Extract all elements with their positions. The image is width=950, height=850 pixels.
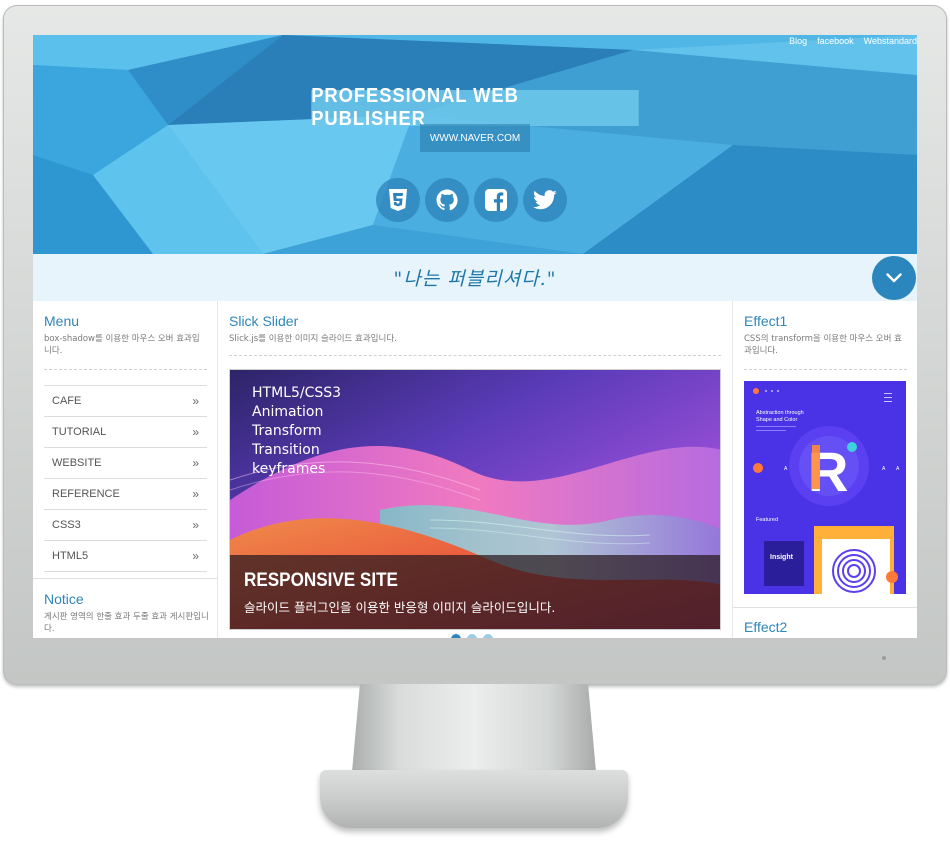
effect1-image: Abstraction through Shape and Color R A …: [744, 381, 906, 594]
menu-item-label: CAFE: [52, 395, 82, 407]
menu-item-css3[interactable]: CSS3 »: [44, 510, 207, 541]
double-chevron-right-icon: »: [192, 549, 199, 563]
slide-caption-description: 슬라이드 플러그인을 이용한 반응형 이미지 슬라이드입니다.: [244, 600, 556, 615]
image-slider[interactable]: HTML5/CSS3 Animation Transform Transitio…: [229, 369, 721, 630]
menu-item-label: TUTORIAL: [52, 426, 107, 438]
html5-icon: [389, 189, 407, 211]
divider: [33, 578, 217, 579]
double-chevron-right-icon: »: [192, 518, 199, 532]
slide-tag: HTML5/CSS3: [252, 385, 342, 401]
notice-title: Notice: [44, 591, 84, 607]
effect1-thumbnail[interactable]: Abstraction through Shape and Color R A …: [744, 381, 906, 594]
slide-tag: keyframes: [252, 461, 326, 477]
slide-tag-list: HTML5/CSS3 Animation Transform Transitio…: [252, 384, 341, 479]
next-arrow-icon[interactable]: ›: [714, 632, 719, 638]
twitter-icon: [533, 190, 557, 210]
chevron-down-icon: [886, 273, 902, 283]
double-chevron-right-icon: »: [192, 394, 199, 408]
power-led: [882, 656, 886, 660]
slider-dots: [451, 634, 493, 638]
center-column: Slick Slider Slick.js를 이용한 이미지 슬라이드 효과입니…: [218, 301, 732, 638]
site-header: Blog facebook Webstandard PROFESSIONAL W…: [33, 35, 917, 254]
top-link-blog[interactable]: Blog: [789, 36, 807, 46]
top-link-webstandard[interactable]: Webstandard: [864, 36, 917, 46]
double-chevron-right-icon: »: [192, 487, 199, 501]
menu-description: box-shadow를 이용한 마우스 오버 효과입니다.: [44, 333, 207, 370]
site-url-link[interactable]: WWW.NAVER.COM: [420, 124, 530, 152]
social-icons: [376, 178, 567, 222]
slide-caption: RESPONSIVE SITE 슬라이드 플러그인을 이용한 반응형 이미지 슬…: [230, 555, 720, 629]
menu-list: CAFE » TUTORIAL » WEBSITE » REFERENCE » …: [44, 385, 207, 572]
effect1-featured: Featured: [756, 517, 778, 523]
slider-title: Slick Slider: [229, 313, 299, 329]
quote-text: "나는 퍼블리셔다.": [393, 268, 557, 290]
menu-item-tutorial[interactable]: TUTORIAL »: [44, 417, 207, 448]
top-link-facebook[interactable]: facebook: [817, 36, 854, 46]
menu-item-html5[interactable]: HTML5 »: [44, 541, 207, 572]
svg-text:Shape and Color: Shape and Color: [756, 417, 797, 423]
facebook-button[interactable]: [474, 178, 518, 222]
monitor-stand-foot: [320, 770, 628, 828]
twitter-button[interactable]: [523, 178, 567, 222]
top-links: Blog facebook Webstandard: [789, 35, 917, 47]
facebook-icon: [485, 189, 507, 211]
right-column: Effect1 CSS의 transform을 이용한 마우스 오버 효과입니다…: [732, 301, 917, 638]
github-icon: [436, 189, 458, 211]
slide-caption-title: RESPONSIVE SITE: [244, 570, 398, 591]
quote-banner: "나는 퍼블리셔다.": [33, 254, 917, 301]
menu-item-reference[interactable]: REFERENCE »: [44, 479, 207, 510]
monitor-screen: Blog facebook Webstandard PROFESSIONAL W…: [33, 35, 917, 638]
double-chevron-right-icon: »: [192, 456, 199, 470]
slider-description: Slick.js를 이용한 이미지 슬라이드 효과입니다.: [229, 333, 721, 356]
divider: [733, 607, 917, 608]
effect1-heading: Abstraction through: [756, 410, 804, 416]
prev-arrow-icon[interactable]: ‹: [229, 632, 234, 638]
notice-description: 게시판 영역의 한줄 효과 두줄 효과 게시판입니다.: [44, 612, 209, 634]
menu-item-label: REFERENCE: [52, 488, 120, 500]
menu-item-label: CSS3: [52, 519, 81, 531]
effect2-section: Effect2: [744, 619, 907, 635]
github-button[interactable]: [425, 178, 469, 222]
menu-item-label: WEBSITE: [52, 457, 102, 469]
slide-tag: Transform: [252, 423, 322, 439]
slider-dot[interactable]: [467, 634, 477, 638]
effect2-title: Effect2: [744, 619, 788, 635]
menu-item-label: HTML5: [52, 550, 89, 562]
double-chevron-right-icon: »: [192, 425, 199, 439]
effect1-insight: Insight: [770, 554, 794, 561]
slider-section-header: Slick Slider Slick.js를 이용한 이미지 슬라이드 효과입니…: [229, 313, 721, 356]
effect1-section: Effect1 CSS의 transform을 이용한 마우스 오버 효과입니다…: [744, 313, 907, 370]
slider-dot[interactable]: [483, 634, 493, 638]
menu-item-cafe[interactable]: CAFE »: [44, 386, 207, 417]
left-column: Menu box-shadow를 이용한 마우스 오버 효과입니다. CAFE …: [33, 301, 218, 638]
scroll-down-button[interactable]: [872, 256, 916, 300]
notice-section: Notice 게시판 영역의 한줄 효과 두줄 효과 게시판입니다.: [44, 591, 209, 635]
effect1-title: Effect1: [744, 313, 788, 329]
menu-title: Menu: [44, 313, 80, 329]
site-title: PROFESSIONAL WEB PUBLISHER: [311, 85, 639, 130]
html5-button[interactable]: [376, 178, 420, 222]
menu-section: Menu box-shadow를 이용한 마우스 오버 효과입니다.: [44, 313, 207, 370]
slider-controls: ‹ ›: [229, 632, 721, 638]
slider-dot[interactable]: [451, 634, 461, 638]
slide-tag: Transition: [252, 442, 320, 458]
effect1-description: CSS의 transform을 이용한 마우스 오버 효과입니다.: [744, 333, 907, 370]
slide-tag: Animation: [252, 404, 324, 420]
menu-item-website[interactable]: WEBSITE »: [44, 448, 207, 479]
